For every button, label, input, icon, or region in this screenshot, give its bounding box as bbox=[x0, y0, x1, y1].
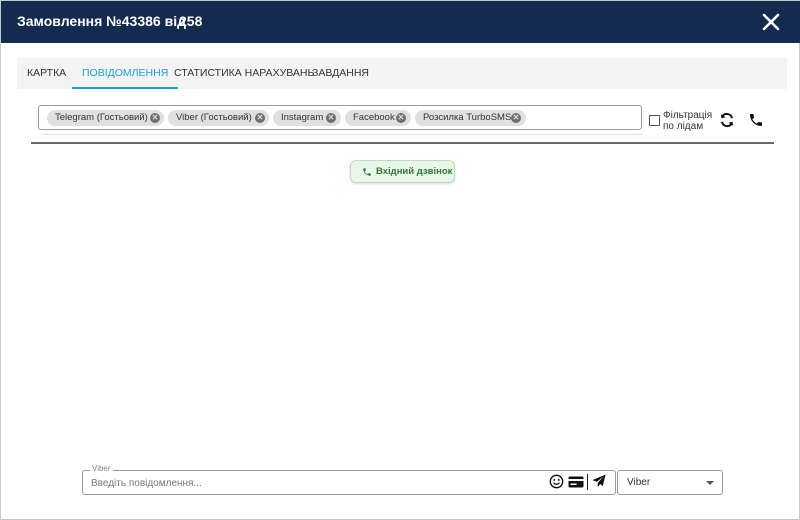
message-input[interactable] bbox=[91, 477, 531, 490]
channel-select-value: Viber bbox=[627, 477, 651, 488]
channel-chip[interactable]: Viber (Гостьовий) ✕ bbox=[168, 110, 269, 126]
tab-card[interactable]: КАРТКА bbox=[27, 58, 66, 89]
close-icon[interactable] bbox=[761, 12, 781, 32]
tab-bar: КАРТКА ПОВІДОМЛЕННЯ СТАТИСТИКА НАРАХУВАН… bbox=[17, 58, 787, 89]
emoji-icon[interactable] bbox=[549, 474, 564, 489]
chip-label: Viber (Гостьовий) bbox=[176, 112, 252, 123]
remove-chip-icon[interactable]: ✕ bbox=[150, 113, 160, 123]
remove-chip-icon[interactable]: ✕ bbox=[511, 113, 521, 123]
channel-filter-field[interactable]: Telegram (Гостьовий) ✕ Viber (Гостьовий)… bbox=[38, 105, 642, 130]
remove-chip-icon[interactable]: ✕ bbox=[396, 113, 406, 123]
phone-icon[interactable] bbox=[748, 112, 764, 128]
dialog-title: Замовлення №43386 від bbox=[17, 13, 186, 29]
channel-select[interactable]: Viber bbox=[617, 470, 723, 495]
tab-tasks[interactable]: ЗАВДАННЯ bbox=[312, 58, 369, 89]
refresh-icon[interactable] bbox=[719, 112, 735, 128]
lead-filter-label-line2: по лідам bbox=[663, 121, 704, 132]
tab-accrual-stats[interactable]: СТАТИСТИКА НАРАХУВАНЬ bbox=[174, 58, 314, 89]
incoming-call-message: Вхідний дзвінок bbox=[350, 160, 455, 183]
channel-chip[interactable]: Instagram ✕ bbox=[273, 110, 341, 126]
messages-divider bbox=[31, 142, 774, 144]
order-dialog: Замовлення №43386 від 258 КАРТКА ПОВІДОМ… bbox=[0, 0, 800, 520]
remove-chip-icon[interactable]: ✕ bbox=[255, 113, 265, 123]
filter-underline bbox=[43, 134, 643, 135]
remove-chip-icon[interactable]: ✕ bbox=[326, 113, 336, 123]
channel-chip[interactable]: Розсилка TurboSMS ✕ bbox=[415, 110, 526, 126]
channel-chip[interactable]: Facebook ✕ bbox=[345, 110, 411, 126]
chevron-down-icon bbox=[706, 481, 714, 485]
dialog-title-number: 258 bbox=[179, 13, 203, 29]
phone-icon bbox=[363, 168, 371, 176]
lead-filter-checkbox[interactable] bbox=[649, 115, 660, 126]
card-icon[interactable] bbox=[568, 475, 584, 489]
chip-label: Telegram (Гостьовий) bbox=[55, 112, 148, 123]
chip-label: Facebook bbox=[353, 112, 395, 123]
incoming-call-text: Вхідний дзвінок bbox=[376, 166, 453, 177]
message-field-legend: Viber bbox=[90, 464, 113, 473]
toolbar-separator bbox=[587, 474, 588, 490]
chip-label: Розсилка TurboSMS bbox=[423, 112, 512, 123]
send-icon[interactable] bbox=[592, 474, 606, 488]
chip-label: Instagram bbox=[281, 112, 324, 123]
dialog-header: Замовлення №43386 від 258 bbox=[1, 1, 800, 43]
lead-filter-label-line1: Фільтрація bbox=[663, 110, 713, 121]
lead-filter-label: Фільтрація по лідам bbox=[663, 110, 712, 132]
tab-messages[interactable]: ПОВІДОМЛЕННЯ bbox=[72, 58, 179, 89]
channel-chip[interactable]: Telegram (Гостьовий) ✕ bbox=[47, 110, 164, 126]
